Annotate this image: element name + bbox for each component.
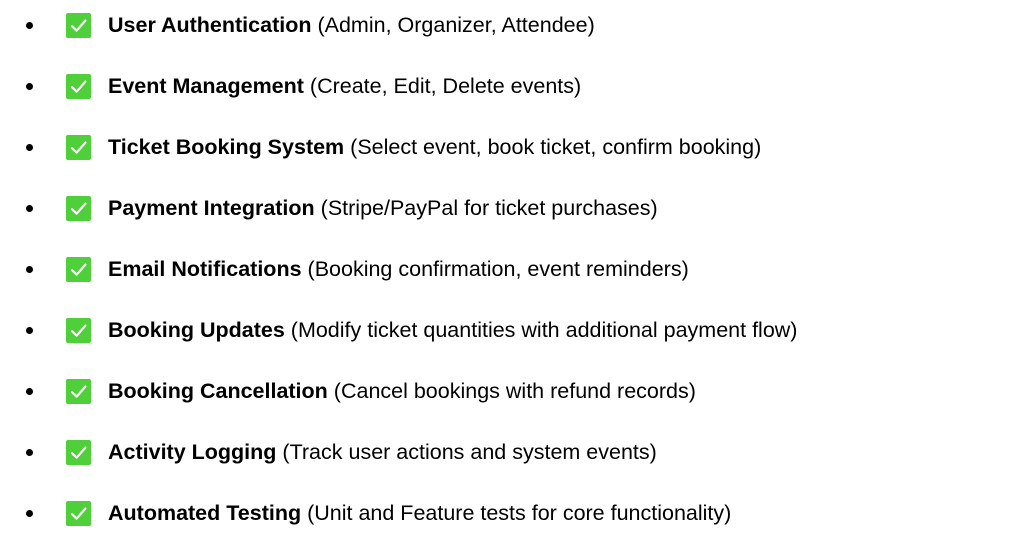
check-mark-icon bbox=[66, 256, 91, 282]
feature-name: Booking Updates bbox=[108, 317, 285, 342]
feature-text: Event Management (Create, Edit, Delete e… bbox=[108, 73, 581, 99]
bullet-icon bbox=[26, 509, 33, 517]
check-mark-icon bbox=[66, 378, 91, 404]
feature-text: Automated Testing (Unit and Feature test… bbox=[108, 500, 731, 526]
feature-name: Booking Cancellation bbox=[108, 378, 328, 403]
bullet-icon bbox=[26, 204, 33, 212]
bullet-icon bbox=[26, 265, 33, 273]
feature-text: Booking Updates (Modify ticket quantitie… bbox=[108, 317, 797, 343]
feature-detail: (Unit and Feature tests for core functio… bbox=[307, 500, 732, 525]
feature-name: Activity Logging bbox=[108, 439, 277, 464]
check-mark-icon bbox=[66, 73, 91, 99]
feature-detail: (Admin, Organizer, Attendee) bbox=[317, 12, 595, 37]
list-item: Automated Testing (Unit and Feature test… bbox=[0, 493, 1026, 532]
feature-text: Ticket Booking System (Select event, boo… bbox=[108, 134, 761, 160]
feature-detail: (Track user actions and system events) bbox=[282, 439, 657, 464]
feature-name: Event Management bbox=[108, 73, 304, 98]
list-item: User Authentication (Admin, Organizer, A… bbox=[0, 5, 1026, 44]
feature-list: User Authentication (Admin, Organizer, A… bbox=[0, 5, 1026, 532]
check-mark-icon bbox=[66, 500, 91, 526]
list-item: Booking Cancellation (Cancel bookings wi… bbox=[0, 371, 1026, 410]
feature-name: Automated Testing bbox=[108, 500, 302, 525]
check-mark-icon bbox=[66, 12, 91, 38]
feature-name: User Authentication bbox=[108, 12, 312, 37]
feature-detail: (Create, Edit, Delete events) bbox=[309, 73, 582, 98]
feature-text: User Authentication (Admin, Organizer, A… bbox=[108, 12, 595, 38]
list-item: Booking Updates (Modify ticket quantitie… bbox=[0, 310, 1026, 349]
feature-detail: (Stripe/PayPal for ticket purchases) bbox=[320, 195, 658, 220]
feature-detail: (Booking confirmation, event reminders) bbox=[307, 256, 689, 281]
feature-name: Ticket Booking System bbox=[108, 134, 345, 159]
list-item: Email Notifications (Booking confirmatio… bbox=[0, 249, 1026, 288]
list-item: Event Management (Create, Edit, Delete e… bbox=[0, 66, 1026, 105]
feature-text: Activity Logging (Track user actions and… bbox=[108, 439, 657, 465]
bullet-icon bbox=[26, 21, 33, 29]
bullet-icon bbox=[26, 387, 33, 395]
feature-name: Payment Integration bbox=[108, 195, 315, 220]
bullet-icon bbox=[26, 82, 33, 90]
check-mark-icon bbox=[66, 134, 91, 160]
feature-text: Payment Integration (Stripe/PayPal for t… bbox=[108, 195, 658, 221]
feature-name: Email Notifications bbox=[108, 256, 302, 281]
feature-detail: (Select event, book ticket, confirm book… bbox=[350, 134, 762, 159]
check-mark-icon bbox=[66, 317, 91, 343]
feature-text: Booking Cancellation (Cancel bookings wi… bbox=[108, 378, 696, 404]
list-item: Ticket Booking System (Select event, boo… bbox=[0, 127, 1026, 166]
feature-detail: (Cancel bookings with refund records) bbox=[333, 378, 696, 403]
bullet-icon bbox=[26, 326, 33, 334]
check-mark-icon bbox=[66, 195, 91, 221]
bullet-icon bbox=[26, 448, 33, 456]
check-mark-icon bbox=[66, 439, 91, 465]
feature-text: Email Notifications (Booking confirmatio… bbox=[108, 256, 689, 282]
feature-detail: (Modify ticket quantities with additiona… bbox=[290, 317, 798, 342]
bullet-icon bbox=[26, 143, 33, 151]
list-item: Payment Integration (Stripe/PayPal for t… bbox=[0, 188, 1026, 227]
list-item: Activity Logging (Track user actions and… bbox=[0, 432, 1026, 471]
